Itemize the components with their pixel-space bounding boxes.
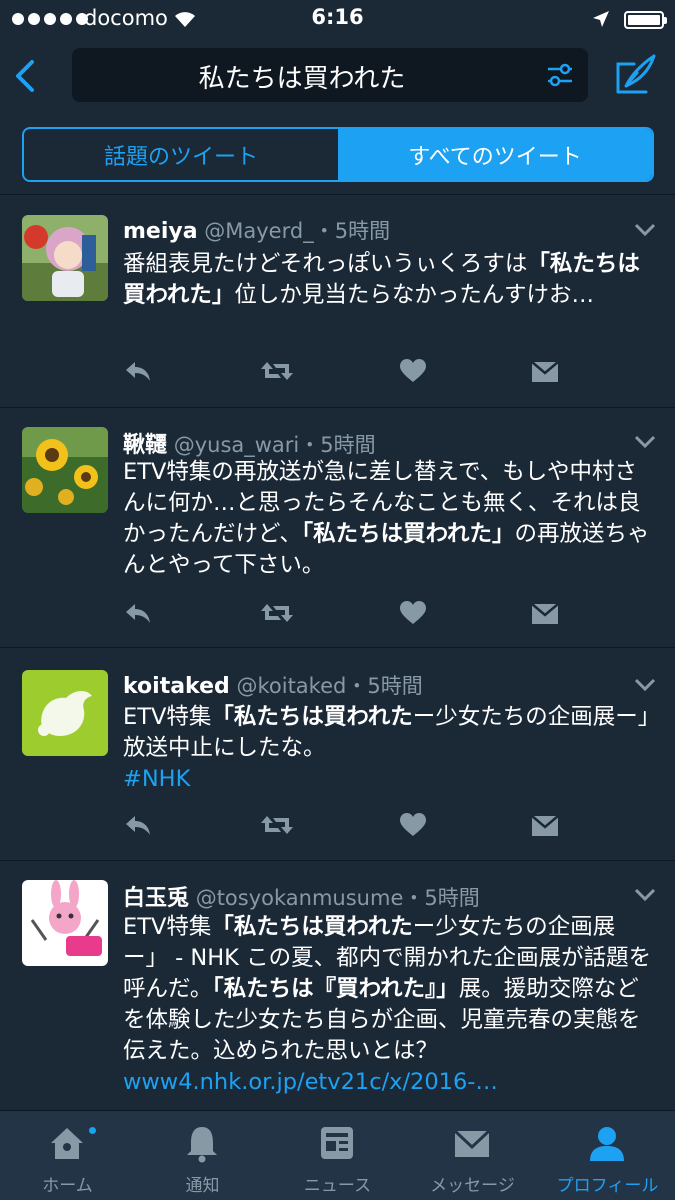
timestamp: ・5時間: [299, 433, 376, 457]
divider: [0, 860, 675, 861]
search-query: 私たちは買われた: [198, 64, 406, 94]
text-segment: 位しか見当たらなかったんすけお…: [234, 282, 594, 308]
timestamp: ・5時間: [403, 886, 480, 910]
bell-icon: [187, 1127, 217, 1163]
clock: 6:16: [311, 5, 364, 29]
tab-notifications[interactable]: 通知: [135, 1111, 270, 1200]
url-link[interactable]: www4.nhk.or.jp/etv21c/x/2016-…: [123, 1069, 498, 1095]
direct-message-icon[interactable]: [531, 600, 559, 630]
notification-dot: [87, 1125, 98, 1136]
text-segment: ETV特集: [123, 914, 212, 940]
back-icon[interactable]: [8, 56, 48, 96]
display-name[interactable]: meiya: [123, 219, 198, 244]
tab-all-tweets[interactable]: すべてのツイート: [338, 129, 652, 180]
reply-icon[interactable]: [123, 812, 153, 842]
tweet-text: ETV特集「私たちは買われたー少女たちの企画展ー」放送中止にしたな。 #NHK: [123, 702, 653, 795]
filter-icon[interactable]: [546, 62, 574, 88]
reply-icon[interactable]: [123, 600, 153, 630]
tab-label: ニュース: [303, 1176, 372, 1196]
direct-message-icon[interactable]: [531, 812, 559, 842]
tab-label: ホーム: [42, 1176, 93, 1196]
tab-profile[interactable]: プロフィール: [540, 1111, 675, 1200]
search-field[interactable]: 私たちは買われた: [72, 48, 588, 102]
battery-icon: [624, 11, 667, 29]
tab-label: 通知: [185, 1176, 220, 1196]
tab-top-tweets[interactable]: 話題のツイート: [24, 129, 338, 180]
search-match: 「私たちは買われた: [211, 704, 413, 730]
chevron-down-icon[interactable]: [634, 435, 656, 449]
text-segment: ETV特集: [123, 704, 212, 730]
person-icon: [590, 1127, 624, 1161]
home-icon: [51, 1128, 83, 1159]
handle[interactable]: @yusa_wari: [174, 433, 300, 457]
heart-icon[interactable]: [399, 358, 427, 388]
tab-home[interactable]: ホーム: [0, 1111, 135, 1200]
handle[interactable]: @tosyokanmusume: [196, 886, 404, 910]
timestamp: ・5時間: [313, 219, 391, 243]
avatar[interactable]: [22, 215, 108, 301]
tweet-text: ETV特集の再放送が急に差し替えで、もしや中村さんに何か…と思ったらそんなことも…: [123, 457, 653, 581]
divider: [0, 194, 675, 195]
chevron-down-icon[interactable]: [634, 888, 656, 902]
news-icon: [321, 1127, 353, 1159]
handle[interactable]: @Mayerd_: [204, 219, 313, 243]
hashtag-link[interactable]: #NHK: [123, 766, 190, 792]
tab-bar: ホーム 通知 ニュース メッセージ プロフィール: [0, 1110, 675, 1200]
text-segment: 番組表見たけどそれっぽいうぃくろすは: [123, 251, 528, 277]
tweet[interactable]: meiya @Mayerd_・5時間 番組表見たけどそれっぽいうぃくろすは「私た…: [0, 215, 675, 407]
location-arrow-icon: [593, 11, 609, 27]
tweet-header: koitaked @koitaked・5時間: [123, 670, 423, 700]
tweet-actions: [123, 358, 563, 388]
tweet-header: meiya @Mayerd_・5時間: [123, 215, 390, 245]
tweet-actions: [123, 600, 563, 630]
avatar[interactable]: [22, 670, 108, 756]
chevron-down-icon[interactable]: [634, 678, 656, 692]
search-match: 「私たちは『買われた』」: [212, 976, 459, 1002]
compose-tweet-icon[interactable]: [612, 52, 658, 98]
display-name[interactable]: koitaked: [123, 674, 230, 699]
search-match: 「私たちは買われた: [211, 914, 413, 940]
tweet[interactable]: 鞦韆 @yusa_wari・5時間 ETV特集の再放送が急に差し替えで、もしや中…: [0, 427, 675, 647]
divider: [0, 647, 675, 648]
heart-icon[interactable]: [399, 812, 427, 842]
search-match: 「私たちは買われた」: [301, 521, 515, 547]
tweet-text: 番組表見たけどそれっぽいうぃくろすは「私たちは買われた」位しか見当たらなかったん…: [123, 249, 653, 311]
avatar[interactable]: [22, 880, 108, 966]
retweet-icon[interactable]: [259, 600, 295, 630]
tweet-header: 鞦韆 @yusa_wari・5時間: [123, 427, 376, 459]
status-bar: docomo 6:16: [0, 0, 675, 38]
tweet-filter-tabs: 話題のツイート すべてのツイート: [22, 127, 654, 182]
retweet-icon[interactable]: [259, 358, 295, 388]
tab-messages[interactable]: メッセージ: [405, 1111, 540, 1200]
display-name[interactable]: 白玉兎: [123, 886, 189, 911]
direct-message-icon[interactable]: [531, 358, 559, 388]
reply-icon[interactable]: [123, 358, 153, 388]
tab-label: プロフィール: [556, 1176, 659, 1196]
handle[interactable]: @koitaked: [236, 674, 346, 698]
display-name[interactable]: 鞦韆: [123, 433, 167, 458]
tab-label: メッセージ: [430, 1176, 515, 1196]
tweet[interactable]: koitaked @koitaked・5時間 ETV特集「私たちは買われたー少女…: [0, 670, 675, 860]
retweet-icon[interactable]: [259, 812, 295, 842]
avatar[interactable]: [22, 427, 108, 513]
tweet-header: 白玉兎 @tosyokanmusume・5時間: [123, 880, 480, 912]
chevron-down-icon[interactable]: [634, 223, 656, 237]
tab-news[interactable]: ニュース: [270, 1111, 405, 1200]
divider: [0, 407, 675, 408]
tweet[interactable]: 白玉兎 @tosyokanmusume・5時間 ETV特集「私たちは買われたー少…: [0, 880, 675, 1110]
tweet-actions: [123, 812, 563, 842]
heart-icon[interactable]: [399, 600, 427, 630]
timestamp: ・5時間: [346, 674, 423, 698]
envelope-icon: [453, 1129, 491, 1157]
tweet-text: ETV特集「私たちは買われたー少女たちの企画展ー」 - NHK この夏、都内で開…: [123, 912, 653, 1098]
